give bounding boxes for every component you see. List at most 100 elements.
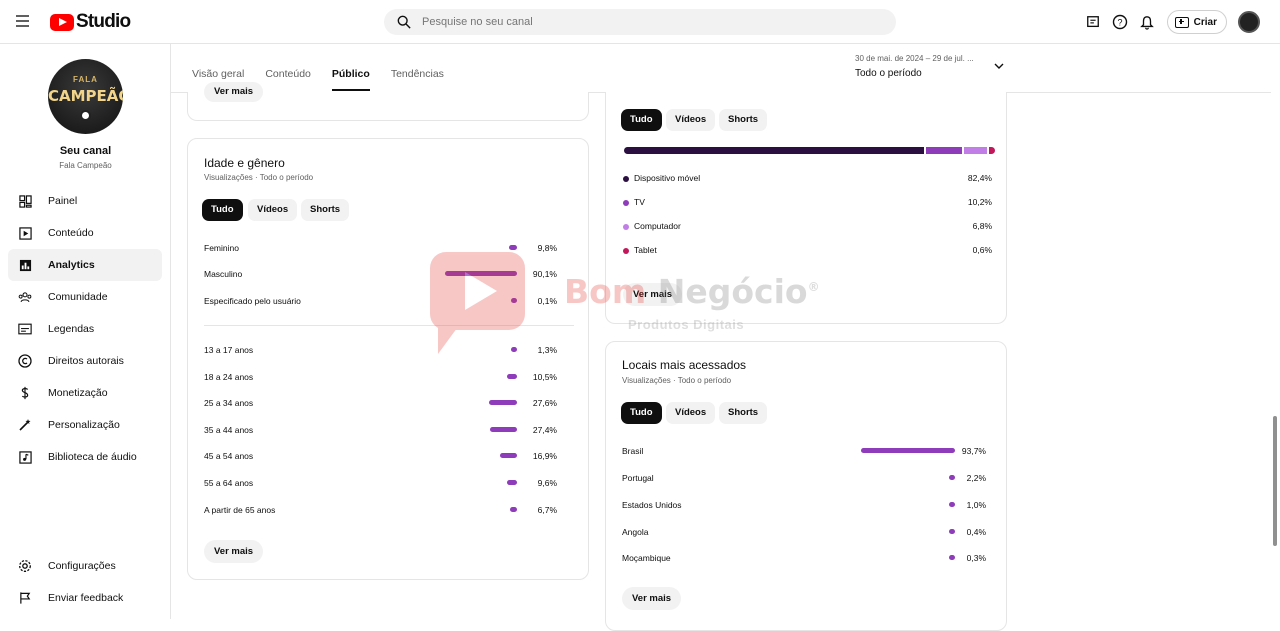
sidebar-nav: Painel Conteúdo Analytics Comunidade Leg… [8,185,162,473]
menu-icon[interactable] [14,12,36,32]
location-value: 0,4% [966,527,986,537]
search-bar[interactable] [384,9,896,35]
search-icon[interactable] [397,15,411,29]
gender-value: 90,1% [532,269,557,279]
gender-bar [509,245,517,250]
notifications-icon[interactable] [1135,10,1159,34]
sidebar-item-conteudo[interactable]: Conteúdo [8,217,162,249]
chip-tudo[interactable]: Tudo [621,402,662,424]
chip-shorts[interactable]: Shorts [719,109,768,131]
age-label: 55 a 64 anos [204,478,254,488]
chip-videos[interactable]: Vídeos [666,402,716,424]
location-label: Estados Unidos [622,500,682,510]
create-video-icon [1174,16,1189,28]
see-more-button[interactable]: Ver mais [204,540,264,563]
monetization-icon [18,386,32,400]
age-bar [510,507,517,512]
chip-videos[interactable]: Vídeos [666,109,716,131]
create-button[interactable]: Criar [1166,10,1227,34]
legend-dot [623,224,629,230]
date-range-label: Todo o período [855,68,922,79]
device-bar-segment [988,147,995,154]
tab-tendencias[interactable]: Tendências [391,68,444,91]
gender-label: Especificado pelo usuário [204,296,301,306]
analytics-icon [18,258,32,272]
sidebar-item-enviar-feedback[interactable]: Enviar feedback [8,582,162,614]
gender-value: 9,8% [537,243,557,253]
sidebar-item-direitos-autorais[interactable]: Direitos autorais [8,345,162,377]
legend-dot [623,248,629,254]
account-avatar[interactable] [1238,11,1260,33]
gender-bar [444,271,517,276]
age-value: 16,9% [532,451,557,461]
card-subtitle: Visualizações · Todo o período [622,376,732,385]
device-bar-segment [926,147,962,154]
age-label: 18 a 24 anos [204,372,254,382]
sidebar-item-legendas[interactable]: Legendas [8,313,162,345]
card-subtitle: Visualizações · Todo o período [204,173,314,182]
age-bar [506,374,517,379]
age-label: 25 a 34 anos [204,398,254,408]
date-range-selector[interactable]: 30 de mai. de 2024 – 29 de jul. ... Todo… [855,54,1005,79]
youtube-logo-icon [50,13,74,31]
audio-library-icon [18,450,32,464]
date-range-dates: 30 de mai. de 2024 – 29 de jul. ... [855,54,974,63]
sidebar-item-personalizacao[interactable]: Personalização [8,409,162,441]
location-label: Portugal [622,473,654,483]
sidebar-item-label: Personalização [48,419,120,431]
legend-dot [623,176,629,182]
help-icon[interactable]: ? [1108,10,1132,34]
device-value: 0,6% [972,245,992,255]
search-input[interactable] [422,13,862,31]
sidebar-item-analytics[interactable]: Analytics [8,249,162,281]
sidebar-item-configuracoes[interactable]: Configurações [8,550,162,582]
gender-value: 0,1% [537,296,557,306]
device-label: Dispositivo móvel [634,173,701,183]
gender-label: Feminino [204,243,239,253]
location-bar [861,448,955,453]
device-label: Computador [634,221,681,231]
sidebar-item-label: Configurações [48,560,116,572]
sidebar-item-label: Painel [48,195,78,207]
send-feedback-icon [18,591,32,605]
chip-shorts[interactable]: Shorts [301,199,350,221]
see-more-button[interactable]: Ver mais [622,587,682,610]
feedback-icon[interactable] [1081,10,1105,34]
customization-icon [18,418,32,432]
see-more-button[interactable]: Ver mais [204,82,264,102]
location-value: 1,0% [966,500,986,510]
soccer-ball-icon [80,110,91,121]
chip-shorts[interactable]: Shorts [719,402,768,424]
location-label: Brasil [622,446,644,456]
logo-text: Studio [76,11,131,32]
chip-tudo[interactable]: Tudo [621,109,662,131]
age-bar [507,480,517,485]
device-bar-segment [963,147,987,154]
top-locations-card: Locais mais acessados Visualizações · To… [605,341,1007,631]
sidebar-item-monetizacao[interactable]: Monetização [8,377,162,409]
sidebar-item-comunidade[interactable]: Comunidade [8,281,162,313]
device-label: Tablet [634,245,657,255]
location-label: Moçambique [622,553,671,563]
chip-videos[interactable]: Vídeos [248,199,298,221]
see-more-button[interactable]: Ver mais [623,283,683,306]
top-bar: Studio ? Criar [0,0,1280,44]
tab-publico[interactable]: Público [331,68,370,91]
chevron-down-icon [994,63,1004,69]
channel-avatar[interactable]: FALA CAMPEÃO [48,59,123,134]
age-value: 27,4% [532,425,557,435]
section-divider [204,325,574,326]
sidebar-item-label: Comunidade [48,291,108,303]
page-scrollbar[interactable] [1273,416,1277,546]
sidebar-item-biblioteca-de-audio[interactable]: Biblioteca de áudio [8,441,162,473]
sidebar-item-painel[interactable]: Painel [8,185,162,217]
card-title: Locais mais acessados [622,358,747,372]
age-value: 6,7% [537,505,557,515]
avatar-text-top: FALA [73,75,98,84]
sidebar-bottom-nav: Configurações Enviar feedback [8,550,162,614]
chip-tudo[interactable]: Tudo [202,199,243,221]
age-bar [489,400,517,405]
device-label: TV [634,197,645,207]
tab-conteudo[interactable]: Conteúdo [265,68,311,91]
studio-logo[interactable]: Studio [50,11,131,33]
